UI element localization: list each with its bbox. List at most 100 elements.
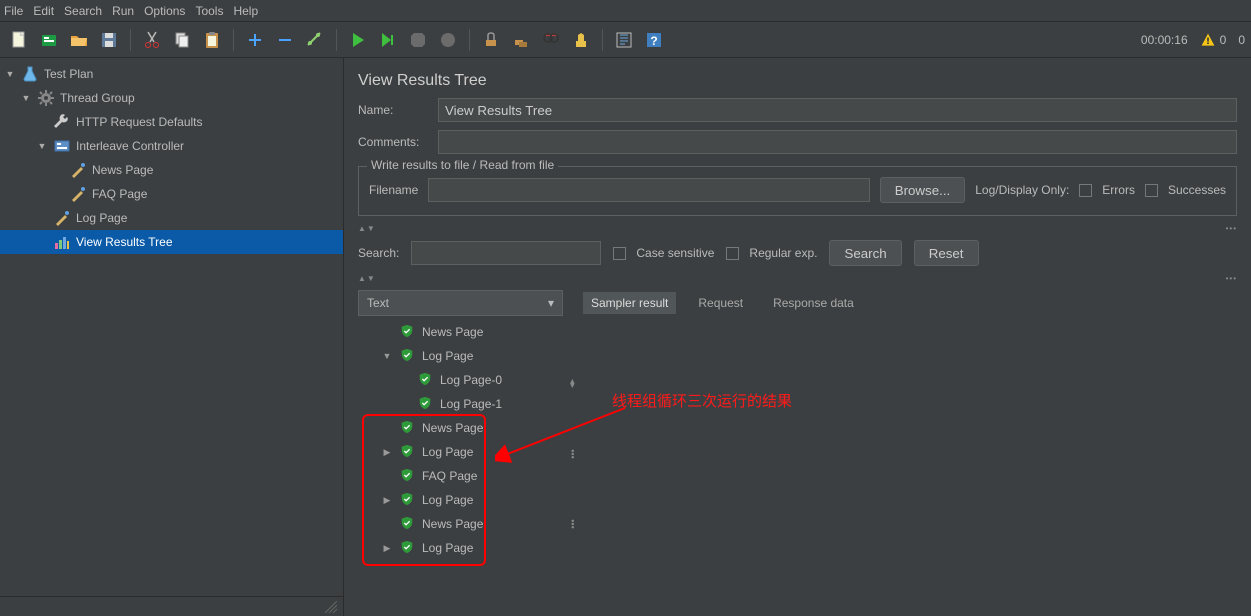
start-no-timers-button[interactable] xyxy=(375,27,401,53)
search-input[interactable] xyxy=(411,241,601,265)
search-tree-button[interactable] xyxy=(538,27,564,53)
stop-button[interactable] xyxy=(405,27,431,53)
menu-tools[interactable]: Tools xyxy=(195,4,223,18)
menu-help[interactable]: Help xyxy=(233,4,258,18)
tree-toggle-icon[interactable]: ▼ xyxy=(4,69,16,79)
result-row-label: Log Page-1 xyxy=(440,397,502,411)
vertical-splitter-2[interactable]: ▲▼••• xyxy=(358,274,1237,282)
expand-button[interactable] xyxy=(242,27,268,53)
element-panel: View Results Tree Name: Comments: Write … xyxy=(344,58,1251,616)
successes-checkbox[interactable] xyxy=(1145,184,1158,197)
save-button[interactable] xyxy=(96,27,122,53)
menu-options[interactable]: Options xyxy=(144,4,185,18)
tree-node-view-results[interactable]: View Results Tree xyxy=(0,230,343,254)
cut-button[interactable] xyxy=(139,27,165,53)
result-row-label: News Page xyxy=(422,325,483,339)
clear-all-button[interactable] xyxy=(508,27,534,53)
result-row-label: Log Page xyxy=(422,493,473,507)
case-sensitive-checkbox[interactable] xyxy=(613,247,626,260)
tree-toggle-icon[interactable]: ▶ xyxy=(382,495,392,506)
comments-input[interactable] xyxy=(438,130,1237,154)
error-counter[interactable]: 0 xyxy=(1238,33,1245,47)
new-button[interactable] xyxy=(6,27,32,53)
result-row[interactable]: News Page xyxy=(358,320,563,344)
collapse-button[interactable] xyxy=(272,27,298,53)
name-input[interactable] xyxy=(438,98,1237,122)
result-row[interactable]: ▶ Log Page xyxy=(358,440,563,464)
shield-check-icon xyxy=(400,468,414,485)
tab-sampler-result[interactable]: Sampler result xyxy=(583,292,676,314)
reset-button[interactable]: Reset xyxy=(914,240,979,266)
templates-button[interactable] xyxy=(36,27,62,53)
tree-node-http-defaults[interactable]: HTTP Request Defaults xyxy=(0,110,343,134)
successes-label: Successes xyxy=(1168,183,1226,197)
write-results-legend: Write results to file / Read from file xyxy=(367,158,558,172)
vertical-splitter[interactable]: ▲▼••• xyxy=(358,224,1237,232)
panel-title: View Results Tree xyxy=(358,72,1237,90)
search-button[interactable]: Search xyxy=(829,240,901,266)
result-row[interactable]: News Page xyxy=(358,512,563,536)
result-row-label: Log Page xyxy=(422,541,473,555)
tree-node-log-page[interactable]: Log Page xyxy=(0,206,343,230)
renderer-combo[interactable]: Text ▾ xyxy=(358,290,563,316)
shield-check-icon xyxy=(418,372,432,389)
function-helper-button[interactable] xyxy=(611,27,637,53)
paste-button[interactable] xyxy=(199,27,225,53)
tree-toggle-icon[interactable]: ▼ xyxy=(20,93,32,103)
reset-search-button[interactable] xyxy=(568,27,594,53)
tree-toggle-icon[interactable]: ▶ xyxy=(382,543,392,554)
chevron-down-icon: ▾ xyxy=(548,296,554,310)
open-button[interactable] xyxy=(66,27,92,53)
toggle-button[interactable] xyxy=(302,27,328,53)
regex-checkbox[interactable] xyxy=(726,247,739,260)
errors-label: Errors xyxy=(1102,183,1135,197)
clear-button[interactable] xyxy=(478,27,504,53)
copy-button[interactable] xyxy=(169,27,195,53)
tab-request[interactable]: Request xyxy=(690,292,751,314)
start-button[interactable] xyxy=(345,27,371,53)
logdisplay-label: Log/Display Only: xyxy=(975,183,1069,197)
result-row[interactable]: ▶ Log Page xyxy=(358,536,563,560)
shield-check-icon xyxy=(400,324,414,341)
result-row[interactable]: ▼Log Page xyxy=(358,344,563,368)
regex-label: Regular exp. xyxy=(749,246,817,260)
tree-node-news-page[interactable]: News Page xyxy=(0,158,343,182)
result-row[interactable]: Log Page-1 xyxy=(358,392,563,416)
horizontal-splitter[interactable]: ◂▸ ••• ••• xyxy=(569,290,577,616)
menu-file[interactable]: File xyxy=(4,4,23,18)
result-row[interactable]: ▶ Log Page xyxy=(358,488,563,512)
tree-status-bar xyxy=(0,596,343,616)
result-row-label: Log Page-0 xyxy=(440,373,502,387)
test-plan-tree[interactable]: ▼ Test Plan ▼ Thread Group HTTP Request … xyxy=(0,58,343,596)
tree-toggle-icon[interactable]: ▶ xyxy=(382,447,392,458)
warning-icon xyxy=(1200,32,1216,48)
sampler-icon xyxy=(54,210,70,226)
tree-node-interleave[interactable]: ▼ Interleave Controller xyxy=(0,134,343,158)
menu-edit[interactable]: Edit xyxy=(33,4,54,18)
filename-input[interactable] xyxy=(428,178,869,202)
tree-node-thread-group[interactable]: ▼ Thread Group xyxy=(0,86,343,110)
browse-button[interactable]: Browse... xyxy=(880,177,966,203)
tree-toggle-icon[interactable]: ▼ xyxy=(382,351,392,361)
menu-run[interactable]: Run xyxy=(112,4,134,18)
gear-icon xyxy=(38,90,54,106)
errors-checkbox[interactable] xyxy=(1079,184,1092,197)
help-button[interactable]: ? xyxy=(641,27,667,53)
results-tree[interactable]: News Page▼Log PageLog Page-0Log Page-1Ne… xyxy=(358,316,563,616)
result-row[interactable]: News Page xyxy=(358,416,563,440)
shield-check-icon xyxy=(400,492,414,509)
warning-counter[interactable]: 0 xyxy=(1200,32,1227,48)
result-row[interactable]: FAQ Page xyxy=(358,464,563,488)
tree-node-test-plan[interactable]: ▼ Test Plan xyxy=(0,62,343,86)
shutdown-button[interactable] xyxy=(435,27,461,53)
tree-toggle-icon[interactable]: ▼ xyxy=(36,141,48,151)
result-row[interactable]: Log Page-0 xyxy=(358,368,563,392)
tree-node-label: Log Page xyxy=(76,211,127,225)
result-row-label: Log Page xyxy=(422,445,473,459)
tab-response-data[interactable]: Response data xyxy=(765,292,862,314)
write-results-fieldset: Write results to file / Read from file F… xyxy=(358,166,1237,216)
shield-check-icon xyxy=(400,420,414,437)
tree-node-faq-page[interactable]: FAQ Page xyxy=(0,182,343,206)
tree-node-label: Thread Group xyxy=(60,91,135,105)
menu-search[interactable]: Search xyxy=(64,4,102,18)
